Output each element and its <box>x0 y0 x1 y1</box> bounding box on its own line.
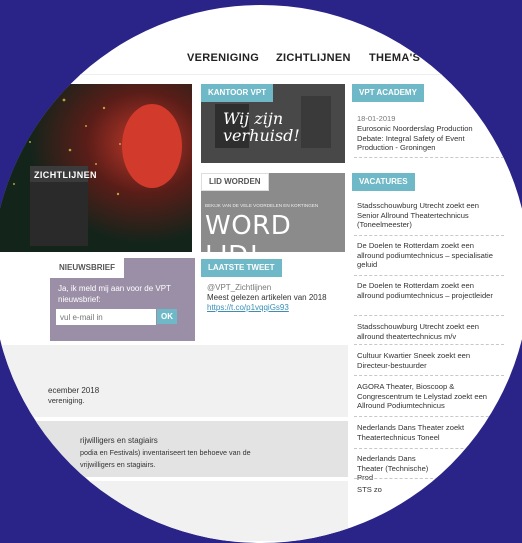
vacature-item[interactable]: Nederlands Dans Theater zoekt Theatertec… <box>357 423 497 442</box>
hero-photo-icon <box>0 84 192 252</box>
vacature-item[interactable]: Cultuur Kwartier Sneek zoekt een Directe… <box>357 351 497 370</box>
vacature-item[interactable]: Stadsschouwburg Utrecht zoekt een Senior… <box>357 201 497 230</box>
nav-divider <box>0 74 522 75</box>
magazine-title: ZICHTLIJNEN <box>34 170 97 180</box>
news-item-2-line1: rijwilligers en stagiairs <box>80 436 158 445</box>
news-item-2-line2: podia en Festivals) inventariseert ten b… <box>80 448 251 457</box>
vacature-item[interactable]: AGORA Theater, Bioscoop & Congrescentrum… <box>357 382 497 411</box>
magnifier-lens: VERENIGING ZICHTLIJNEN THEMA'S ZICHTLIJN… <box>0 5 522 543</box>
news-item-1-line2: vereniging. <box>48 396 85 405</box>
vacatures-tag: VACATURES <box>352 173 415 191</box>
lid-small-text: BEKIJK VAN DE VELE VOORDELEN EN KORTINGE… <box>205 203 319 208</box>
word-lid-text: WORD LID! <box>205 211 292 252</box>
tweet-text: Meest gelezen artikelen van 2018 <box>207 293 327 302</box>
vacature-divider <box>354 315 504 316</box>
verhuisd-text: Wij zijn verhuisd! <box>223 109 300 145</box>
vacature-item[interactable]: De Doelen te Rotterdam zoekt een allroun… <box>357 241 497 270</box>
nav-zichtlijnen[interactable]: ZICHTLIJNEN <box>276 52 351 64</box>
vacature-item[interactable]: Stadsschouwburg Utrecht zoekt een allrou… <box>357 322 497 341</box>
vacature-divider <box>354 275 504 276</box>
vacature-divider <box>354 478 504 479</box>
vacature-divider <box>354 416 504 417</box>
email-input[interactable] <box>56 309 156 325</box>
vacature-item[interactable]: STS zo <box>357 485 497 495</box>
vacature-item[interactable]: De Doelen te Rotterdam zoekt een allroun… <box>357 281 497 300</box>
news-item-1[interactable]: ecember 2018 vereniging. <box>0 345 348 417</box>
news-item-2-line3: vrijwilligers en stagiairs. <box>80 460 156 469</box>
hero-image[interactable]: ZICHTLIJNEN <box>0 84 192 252</box>
vacature-divider <box>354 235 504 236</box>
newsletter-box: NIEUWSBRIEF Ja, ik meld mij aan voor de … <box>50 258 195 341</box>
nieuwsbrief-tab: NIEUWSBRIEF <box>50 258 124 278</box>
newsletter-message: Ja, ik meld mij aan voor de VPT nieuwsbr… <box>58 284 171 304</box>
news-item-1-line1: ecember 2018 <box>48 386 100 395</box>
academy-date: 18-01-2019 <box>357 114 396 123</box>
nav-vereniging[interactable]: VERENIGING <box>187 52 259 64</box>
lid-worden-tag: LID WORDEN <box>201 173 269 191</box>
academy-divider <box>354 157 504 158</box>
vacature-divider <box>354 448 504 449</box>
laatste-tweet-tag: LAATSTE TWEET <box>201 259 282 277</box>
news-item-3[interactable] <box>0 481 348 541</box>
news-item-2[interactable]: rijwilligers en stagiairs podia en Festi… <box>0 421 348 477</box>
nav-themas[interactable]: THEMA'S <box>369 52 420 64</box>
vpt-academy-tag: VPT ACADEMY <box>352 84 424 102</box>
vacature-divider <box>354 344 504 345</box>
vacature-divider <box>354 375 504 376</box>
academy-event-link[interactable]: Eurosonic Noorderslag Production Debate:… <box>357 124 492 153</box>
tweet-link[interactable]: https://t.co/p1vqqiGs93 <box>207 303 289 313</box>
newsletter-ok-button[interactable]: OK <box>157 309 177 324</box>
tweet-handle[interactable]: @VPT_Zichtlijnen <box>207 283 271 293</box>
kantoor-vpt-tag: KANTOOR VPT <box>201 84 274 102</box>
